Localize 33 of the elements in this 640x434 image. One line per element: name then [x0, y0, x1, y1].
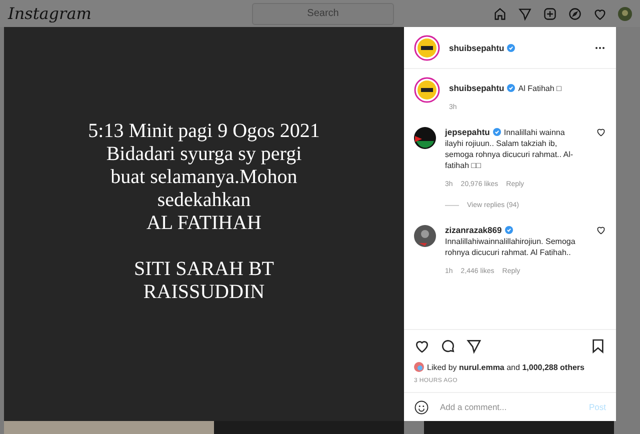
post-text: Bidadari syurga sy pergi	[105, 143, 303, 166]
username[interactable]: jepsepahtu	[445, 127, 490, 137]
like-icon[interactable]	[596, 225, 606, 235]
send-icon[interactable]	[518, 6, 532, 20]
comment-icon[interactable]	[440, 338, 456, 354]
emoji-icon[interactable]	[414, 400, 429, 414]
post-text: RAISSUDDIN	[142, 281, 266, 304]
avatar[interactable]	[414, 225, 436, 247]
caption-text: shuibsepahtu Al Fatihah □	[449, 83, 562, 94]
logo[interactable]: Instagram	[8, 4, 252, 23]
avatar[interactable]	[414, 34, 440, 60]
post-text: buat selamanya.Mohon	[110, 166, 298, 189]
add-icon[interactable]	[543, 6, 557, 20]
username[interactable]: shuibsepahtu	[449, 42, 504, 52]
comment-text: jepsepahtu Innalillahi wainna ilayhi rojiuun.. Salam takziah ib, semoga rohnya dicucuri rahmat.. Al-fatihah □□	[445, 127, 574, 171]
post-text: sedekahkan	[156, 189, 252, 212]
search-field[interactable]: Search	[252, 2, 394, 24]
username[interactable]: shuibsepahtu	[449, 83, 504, 93]
like-icon[interactable]	[596, 127, 606, 137]
avatar[interactable]	[414, 77, 440, 103]
comment-text: zizanrazak869 Innalillahiwainnalillahirojiun. Semoga rohnya dicucuri rahmat. Al Fatihah..	[445, 225, 576, 258]
home-icon[interactable]	[493, 6, 507, 20]
heart-icon[interactable]	[593, 6, 607, 20]
bookmark-icon[interactable]	[590, 338, 606, 354]
likes-text: Liked by nurul.emma and 1,000,288 others	[427, 362, 584, 372]
username[interactable]: zizanrazak869	[445, 225, 502, 235]
share-icon[interactable]	[466, 338, 482, 354]
post-text: AL FATIHAH	[145, 212, 262, 235]
avatar[interactable]	[414, 127, 436, 149]
compass-icon[interactable]	[568, 6, 582, 20]
post-text: SITI SARAH BT	[134, 258, 274, 281]
post-text: 5:13 Minit pagi 9 Ogos 2021	[88, 120, 320, 143]
like-icon[interactable]	[414, 338, 430, 354]
